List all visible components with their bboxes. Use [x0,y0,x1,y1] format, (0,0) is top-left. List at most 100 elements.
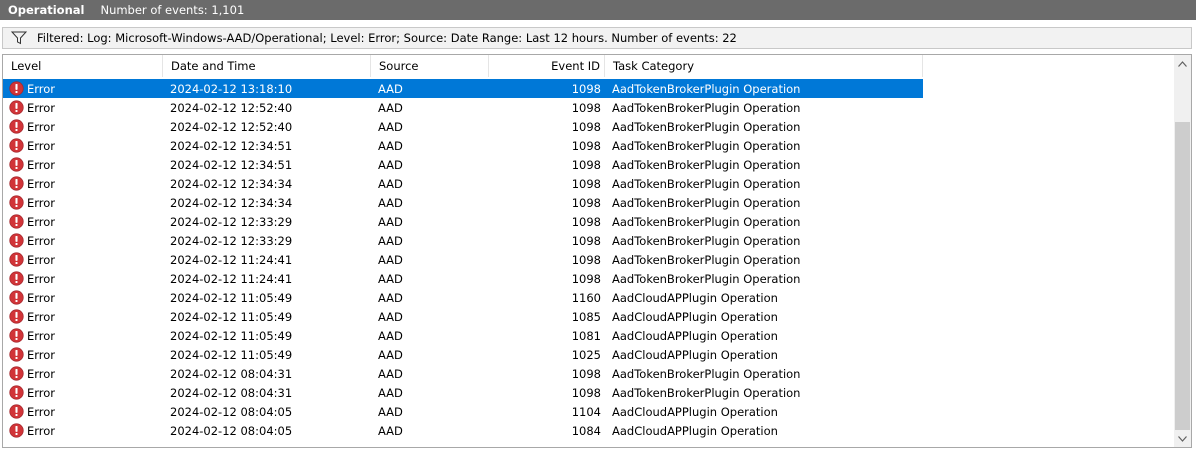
table-row[interactable]: Error 2024-02-12 08:04:31 AAD 1098 AadTokenB… [3,364,923,383]
task-category-cell: AadTokenBrokerPlugin Operation [612,385,801,400]
level-cell: Error [3,214,163,229]
date-cell: 2024-02-12 12:33:29 [170,214,293,229]
source-cell: AAD [378,404,403,419]
level-label: Error [27,100,56,115]
table-row[interactable]: Error 2024-02-12 12:34:51 AAD 1098 AadTokenB… [3,136,923,155]
level-cell: Error [3,176,163,191]
date-cell: 2024-02-12 11:24:41 [170,271,293,286]
error-icon [9,271,24,286]
column-header-event-id[interactable]: Event ID [489,55,605,77]
date-cell: 2024-02-12 12:34:34 [170,176,293,191]
table-row[interactable]: Error 2024-02-12 12:52:40 AAD 1098 AadTokenB… [3,98,923,117]
error-icon [9,100,24,115]
level-label: Error [27,309,56,324]
level-cell: Error [3,252,163,267]
error-icon [9,385,24,400]
task-category-cell: AadTokenBrokerPlugin Operation [612,195,801,210]
task-category-cell: AadTokenBrokerPlugin Operation [612,214,801,229]
date-cell: 2024-02-12 12:34:51 [170,157,293,172]
event-id-cell: 1098 [571,214,601,229]
table-row[interactable]: Error 2024-02-12 11:05:49 AAD 1160 AadCloudA… [3,288,923,307]
event-id-cell: 1098 [571,233,601,248]
list-header: Level Date and Time Source Event ID Task… [3,55,923,77]
task-category-cell: AadTokenBrokerPlugin Operation [612,119,801,134]
level-label: Error [27,214,56,229]
table-row[interactable]: Error 2024-02-12 08:04:05 AAD 1104 AadCloudA… [3,402,923,421]
table-row[interactable]: Error 2024-02-12 12:34:34 AAD 1098 AadTokenB… [3,193,923,212]
table-row[interactable]: Error 2024-02-12 11:05:49 AAD 1085 AadCloudA… [3,307,923,326]
event-count: Number of events: 1,101 [100,3,245,17]
task-category-cell: AadTokenBrokerPlugin Operation [612,81,801,96]
event-id-cell: 1098 [571,195,601,210]
task-category-cell: AadTokenBrokerPlugin Operation [612,252,801,267]
event-id-cell: 1104 [571,404,601,419]
table-row[interactable]: Error 2024-02-12 12:34:34 AAD 1098 AadTokenB… [3,174,923,193]
date-cell: 2024-02-12 11:05:49 [170,328,293,343]
date-cell: 2024-02-12 08:04:31 [170,366,293,381]
source-cell: AAD [378,214,403,229]
table-row[interactable]: Error 2024-02-12 12:52:40 AAD 1098 AadTokenB… [3,117,923,136]
table-row[interactable]: Error 2024-02-12 11:24:41 AAD 1098 AadTokenB… [3,269,923,288]
event-id-cell: 1098 [571,252,601,267]
event-id-cell: 1098 [571,138,601,153]
event-rows: Error 2024-02-12 13:18:10 AAD 1098 AadTokenB… [3,79,923,440]
source-cell: AAD [378,290,403,305]
event-id-cell: 1098 [571,366,601,381]
level-label: Error [27,157,56,172]
column-header-level[interactable]: Level [3,55,163,77]
scroll-down-button[interactable] [1174,430,1191,447]
source-cell: AAD [378,366,403,381]
filter-icon [11,31,27,45]
source-cell: AAD [378,233,403,248]
task-category-cell: AadTokenBrokerPlugin Operation [612,176,801,191]
level-cell: Error [3,385,163,400]
level-label: Error [27,347,56,362]
log-name: Operational [8,3,85,17]
table-row[interactable]: Error 2024-02-12 13:18:10 AAD 1098 AadTokenB… [3,79,923,98]
chevron-up-icon [1178,60,1187,67]
task-category-cell: AadCloudAPPlugin Operation [612,404,778,419]
column-header-date[interactable]: Date and Time [163,55,371,77]
source-cell: AAD [378,309,403,324]
level-label: Error [27,366,56,381]
date-cell: 2024-02-12 11:05:49 [170,347,293,362]
table-row[interactable]: Error 2024-02-12 11:05:49 AAD 1081 AadCloudA… [3,326,923,345]
column-header-task-category[interactable]: Task Category [605,55,923,77]
scroll-up-button[interactable] [1174,55,1191,72]
source-cell: AAD [378,423,403,438]
error-icon [9,309,24,324]
event-id-cell: 1085 [571,309,601,324]
table-row[interactable]: Error 2024-02-12 12:34:51 AAD 1098 AadTokenB… [3,155,923,174]
scrollbar-thumb[interactable] [1175,122,1190,430]
task-category-cell: AadTokenBrokerPlugin Operation [612,233,801,248]
level-cell: Error [3,423,163,438]
table-row[interactable]: Error 2024-02-12 12:33:29 AAD 1098 AadTokenB… [3,212,923,231]
date-cell: 2024-02-12 12:52:40 [170,100,293,115]
events-list[interactable]: Level Date and Time Source Event ID Task… [2,54,1192,448]
table-row[interactable]: Error 2024-02-12 08:04:05 AAD 1084 AadCloudA… [3,421,923,440]
error-icon [9,347,24,362]
level-label: Error [27,252,56,267]
vertical-scrollbar[interactable] [1174,55,1191,447]
source-cell: AAD [378,385,403,400]
chevron-down-icon [1178,435,1187,442]
task-category-cell: AadTokenBrokerPlugin Operation [612,138,801,153]
event-id-cell: 1081 [571,328,601,343]
task-category-cell: AadTokenBrokerPlugin Operation [612,366,801,381]
level-label: Error [27,290,56,305]
task-category-cell: AadTokenBrokerPlugin Operation [612,157,801,172]
level-cell: Error [3,404,163,419]
level-cell: Error [3,195,163,210]
filter-description: Filtered: Log: Microsoft-Windows-AAD/Ope… [37,31,737,45]
table-row[interactable]: Error 2024-02-12 08:04:31 AAD 1098 AadTokenB… [3,383,923,402]
source-cell: AAD [378,328,403,343]
table-row[interactable]: Error 2024-02-12 12:33:29 AAD 1098 AadTokenB… [3,231,923,250]
date-cell: 2024-02-12 11:05:49 [170,309,293,324]
column-header-source[interactable]: Source [371,55,489,77]
level-cell: Error [3,233,163,248]
table-row[interactable]: Error 2024-02-12 11:24:41 AAD 1098 AadTokenB… [3,250,923,269]
table-row[interactable]: Error 2024-02-12 11:05:49 AAD 1025 AadCloudA… [3,345,923,364]
error-icon [9,176,24,191]
level-cell: Error [3,366,163,381]
event-id-cell: 1160 [571,290,601,305]
